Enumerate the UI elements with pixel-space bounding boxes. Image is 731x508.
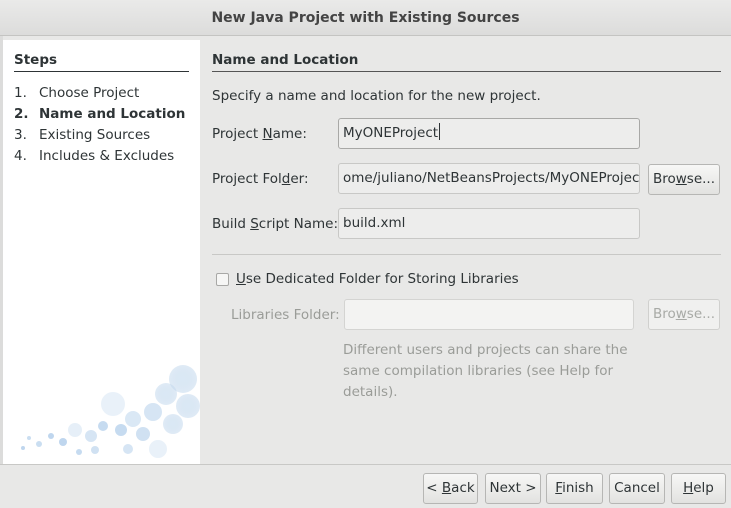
browse-project-folder-button[interactable]: Browse... bbox=[648, 164, 720, 195]
step-label: Includes & Excludes bbox=[39, 148, 175, 164]
step-label: Name and Location bbox=[39, 106, 186, 122]
dedicated-folder-label[interactable]: Use Dedicated Folder for Storing Librari… bbox=[236, 271, 519, 287]
help-button[interactable]: Help bbox=[671, 473, 726, 504]
build-script-label: Build Script Name: bbox=[212, 216, 339, 232]
step-choose-project: 1. Choose Project bbox=[14, 85, 139, 101]
step-name-and-location: 2. Name and Location bbox=[14, 106, 185, 122]
step-number: 2. bbox=[14, 106, 29, 122]
browse-libraries-button[interactable]: Browse... bbox=[648, 299, 720, 330]
build-script-input[interactable]: build.xml bbox=[338, 208, 640, 239]
step-number: 4. bbox=[14, 148, 27, 164]
window-title: New Java Project with Existing Sources bbox=[0, 0, 731, 36]
project-name-input[interactable]: MyONEProject bbox=[338, 118, 640, 149]
libraries-help-text: Different users and projects can share t… bbox=[343, 342, 628, 400]
next-button[interactable]: Next > bbox=[485, 473, 541, 504]
footer-separator bbox=[0, 464, 731, 465]
project-folder-input[interactable]: ome/juliano/NetBeansProjects/MyONEProjec… bbox=[338, 163, 640, 194]
libraries-folder-input[interactable] bbox=[344, 299, 634, 330]
step-label: Existing Sources bbox=[39, 127, 151, 143]
project-name-label: Project Name: bbox=[212, 126, 307, 142]
dedicated-folder-checkbox[interactable] bbox=[216, 273, 229, 286]
decorative-bubbles-icon bbox=[21, 365, 200, 458]
section-description: Specify a name and location for the new … bbox=[212, 88, 541, 104]
separator bbox=[212, 254, 721, 255]
finish-button[interactable]: Finish bbox=[546, 473, 603, 504]
step-number: 3. bbox=[14, 127, 27, 143]
step-existing-sources: 3. Existing Sources bbox=[14, 127, 150, 143]
step-label: Choose Project bbox=[39, 85, 140, 101]
libraries-folder-label: Libraries Folder: bbox=[231, 307, 340, 323]
project-folder-label: Project Folder: bbox=[212, 171, 309, 187]
steps-title: Steps bbox=[14, 52, 189, 72]
step-includes-excludes: 4. Includes & Excludes bbox=[14, 148, 174, 164]
section-title: Name and Location bbox=[212, 52, 721, 72]
cancel-button[interactable]: Cancel bbox=[609, 473, 665, 504]
step-number: 1. bbox=[14, 85, 27, 101]
steps-panel: Steps 1. Choose Project 2. Name and Locati… bbox=[3, 40, 200, 464]
back-button[interactable]: < Back bbox=[423, 473, 478, 504]
text-caret bbox=[439, 123, 441, 140]
